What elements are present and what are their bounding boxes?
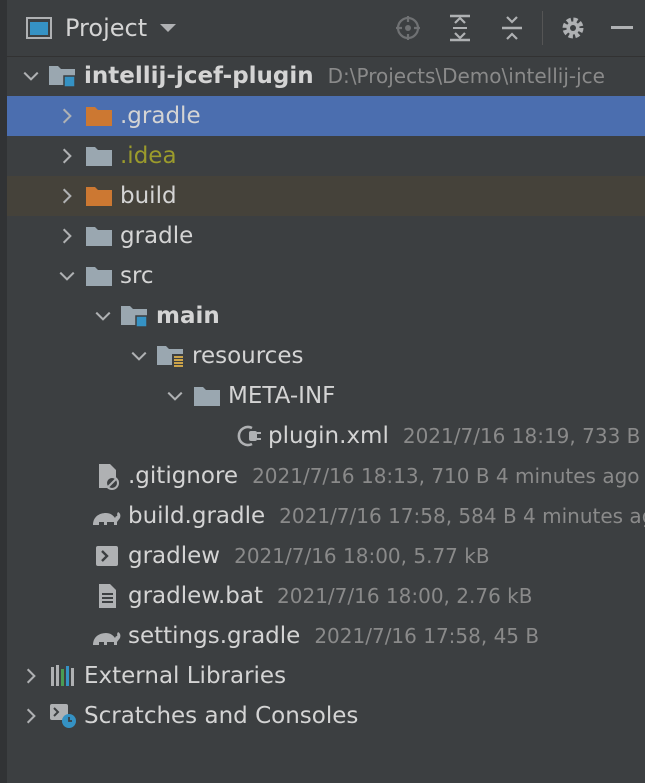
tree-row-external-libraries[interactable]: External Libraries [7,656,645,696]
chevron-right-icon[interactable] [17,702,45,730]
tree-item-meta: 2021/7/16 18:00, 2.76 kB [277,584,533,608]
tree-item-label: .gitignore [128,463,239,489]
chevron-down-icon[interactable] [17,62,45,90]
locate-icon[interactable] [382,0,434,56]
tree-row-main[interactable]: main [7,296,645,336]
tree-row-build-dir[interactable]: build [7,176,645,216]
tree-row-gradle-folder[interactable]: gradle [7,216,645,256]
folder-icon [191,382,223,410]
tree-row-scratches[interactable]: Scratches and Consoles [7,696,645,736]
tree-item-label: gradlew [128,543,221,569]
tree-row-settings-gradle[interactable]: settings.gradle 2021/7/16 17:58, 45 B [7,616,645,656]
tree-item-label: settings.gradle [128,623,301,649]
chevron-down-icon[interactable] [53,262,81,290]
tree-item-label: plugin.xml [268,423,389,449]
tree-row-meta-inf[interactable]: META-INF [7,376,645,416]
tree-item-label: intellij-jcef-plugin [84,63,314,89]
hide-icon[interactable] [599,0,645,56]
toolbar-separator [542,11,543,45]
tree-row-build-gradle[interactable]: build.gradle 2021/7/16 17:58, 584 B 4 mi… [7,496,645,536]
collapse-all-icon[interactable] [486,0,538,56]
module-folder-icon [119,302,151,330]
expand-all-icon[interactable] [434,0,486,56]
tree-row-resources[interactable]: resources [7,336,645,376]
shell-script-icon [91,542,123,570]
folder-icon [83,142,115,170]
ignore-file-icon [91,462,123,490]
tree-item-label: META-INF [228,383,336,409]
project-view-selector[interactable]: Project [25,10,177,46]
chevron-right-icon[interactable] [53,222,81,250]
dropdown-icon[interactable] [159,22,177,34]
tree-item-label: Scratches and Consoles [84,703,359,729]
chevron-right-icon[interactable] [53,102,81,130]
project-toolbar: Project [7,0,645,57]
tree-item-label: .gradle [120,103,201,129]
library-icon [47,662,79,690]
tree-item-label: gradle [120,223,194,249]
tree-item-meta: 2021/7/16 17:58, 45 B [314,624,540,648]
tree-row-gradlew-bat[interactable]: gradlew.bat 2021/7/16 18:00, 2.76 kB [7,576,645,616]
left-strip [0,0,7,783]
project-title: Project [65,14,148,42]
tree-row-src[interactable]: src [7,256,645,296]
tree-item-path: D:\Projects\Demo\intellij-jce [327,64,605,88]
tree-item-label: resources [192,343,304,369]
tree-item-meta: 2021/7/16 17:58, 584 B 4 minutes ago [279,504,645,528]
chevron-right-icon[interactable] [53,182,81,210]
tree-row-gradlew[interactable]: gradlew 2021/7/16 18:00, 5.77 kB [7,536,645,576]
gear-icon[interactable] [547,0,599,56]
tree-item-meta: 2021/7/16 18:00, 5.77 kB [234,544,490,568]
window-icon [25,16,53,40]
tree-row-idea-dir[interactable]: .idea [7,136,645,176]
chevron-down-icon[interactable] [125,342,153,370]
chevron-down-icon[interactable] [89,302,117,330]
tree-item-label: build.gradle [128,503,266,529]
excluded-folder-icon [83,182,115,210]
excluded-folder-icon [83,102,115,130]
text-file-icon [91,582,123,610]
chevron-down-icon[interactable] [161,382,189,410]
tree-row-root[interactable]: intellij-jcef-plugin D:\Projects\Demo\in… [7,56,645,96]
tree-row-plugin-xml[interactable]: plugin.xml 2021/7/16 18:19, 733 B [7,416,645,456]
tree-row-gitignore[interactable]: .gitignore 2021/7/16 18:13, 710 B 4 minu… [7,456,645,496]
tree-item-label: External Libraries [84,663,287,689]
tree-item-label: .idea [120,143,177,169]
tree-item-label: main [156,303,220,329]
tree-row-gradle-dir[interactable]: .gradle [7,96,645,136]
tree-item-meta: 2021/7/16 18:13, 710 B 4 minutes ago [252,464,640,488]
chevron-right-icon[interactable] [17,662,45,690]
chevron-right-icon[interactable] [53,142,81,170]
plugin-icon [231,422,263,450]
resources-folder-icon [155,342,187,370]
project-tree: intellij-jcef-plugin D:\Projects\Demo\in… [7,56,645,736]
gradle-icon [91,502,123,530]
tree-item-label: gradlew.bat [128,583,264,609]
tree-item-label: src [120,263,154,289]
scratches-icon [47,702,79,730]
tree-item-meta: 2021/7/16 18:19, 733 B [402,424,641,448]
folder-icon [83,262,115,290]
tree-item-label: build [120,183,177,209]
module-folder-icon [47,62,79,90]
gradle-icon [91,622,123,650]
folder-icon [83,222,115,250]
